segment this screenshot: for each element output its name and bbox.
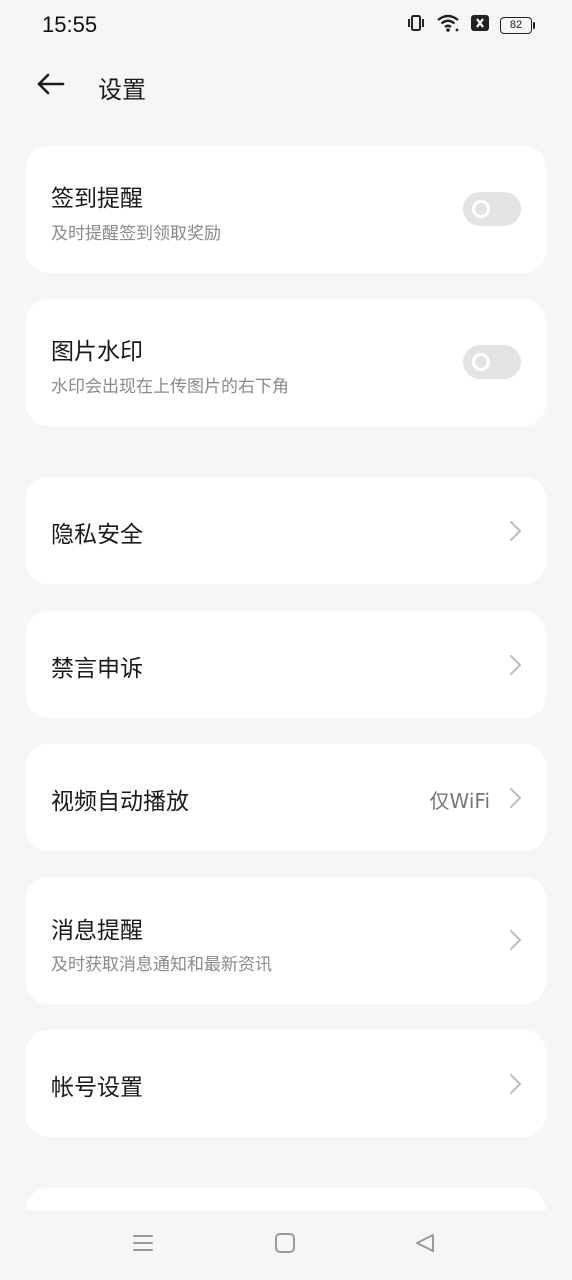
status-bar: 15:55 82 — [0, 0, 572, 52]
checkin-reminder-subtitle: 及时提醒签到领取奖励 — [51, 224, 221, 244]
checkin-reminder-title: 签到提醒 — [51, 186, 143, 212]
message-reminder-title: 消息提醒 — [51, 918, 143, 944]
message-reminder-item[interactable]: 消息提醒 及时获取消息通知和最新资讯 — [26, 877, 546, 1004]
home-icon — [274, 1232, 296, 1258]
status-time: 15:55 — [42, 12, 98, 37]
chevron-right-icon — [508, 520, 522, 542]
back-arrow-icon — [35, 72, 65, 100]
status-icons: 82 — [406, 13, 535, 37]
chevron-right-icon — [508, 654, 522, 676]
menu-icon — [131, 1232, 155, 1258]
system-nav-bar — [0, 1210, 572, 1280]
battery-icon: 82 — [500, 16, 535, 34]
image-watermark-title: 图片水印 — [51, 339, 143, 365]
image-watermark-card: 图片水印 水印会出现在上传图片的右下角 — [26, 299, 546, 426]
menu-button[interactable] — [128, 1230, 158, 1260]
checkin-reminder-card: 签到提醒 及时提醒签到领取奖励 — [26, 146, 546, 273]
mute-appeal-item[interactable]: 禁言申诉 — [26, 611, 546, 718]
image-watermark-toggle[interactable] — [463, 345, 521, 379]
nav-back-button[interactable] — [410, 1230, 440, 1260]
chevron-right-icon — [508, 787, 522, 809]
video-autoplay-title: 视频自动播放 — [51, 789, 189, 815]
image-watermark-subtitle: 水印会出现在上传图片的右下角 — [51, 377, 289, 397]
chevron-right-icon — [508, 929, 522, 951]
toggle-knob — [472, 353, 490, 371]
header: 设置 — [0, 52, 572, 122]
page-title: 设置 — [98, 76, 146, 104]
checkin-reminder-toggle[interactable] — [463, 192, 521, 226]
privacy-security-item[interactable]: 隐私安全 — [26, 477, 546, 584]
toggle-knob — [472, 200, 490, 218]
chevron-right-icon — [508, 1073, 522, 1095]
back-icon — [414, 1232, 436, 1258]
back-button[interactable] — [30, 66, 70, 106]
message-reminder-subtitle: 及时获取消息通知和最新资讯 — [51, 955, 272, 975]
video-autoplay-item[interactable]: 视频自动播放 仅WiFi — [26, 744, 546, 851]
home-button[interactable] — [270, 1230, 300, 1260]
no-sim-icon — [470, 14, 490, 36]
vibrate-icon — [406, 13, 426, 37]
account-settings-title: 帐号设置 — [51, 1075, 143, 1101]
video-autoplay-value: 仅WiFi — [429, 789, 491, 813]
privacy-security-title: 隐私安全 — [51, 522, 143, 548]
account-settings-item[interactable]: 帐号设置 — [26, 1030, 546, 1137]
wifi-icon — [436, 13, 460, 37]
mute-appeal-title: 禁言申诉 — [51, 656, 143, 682]
